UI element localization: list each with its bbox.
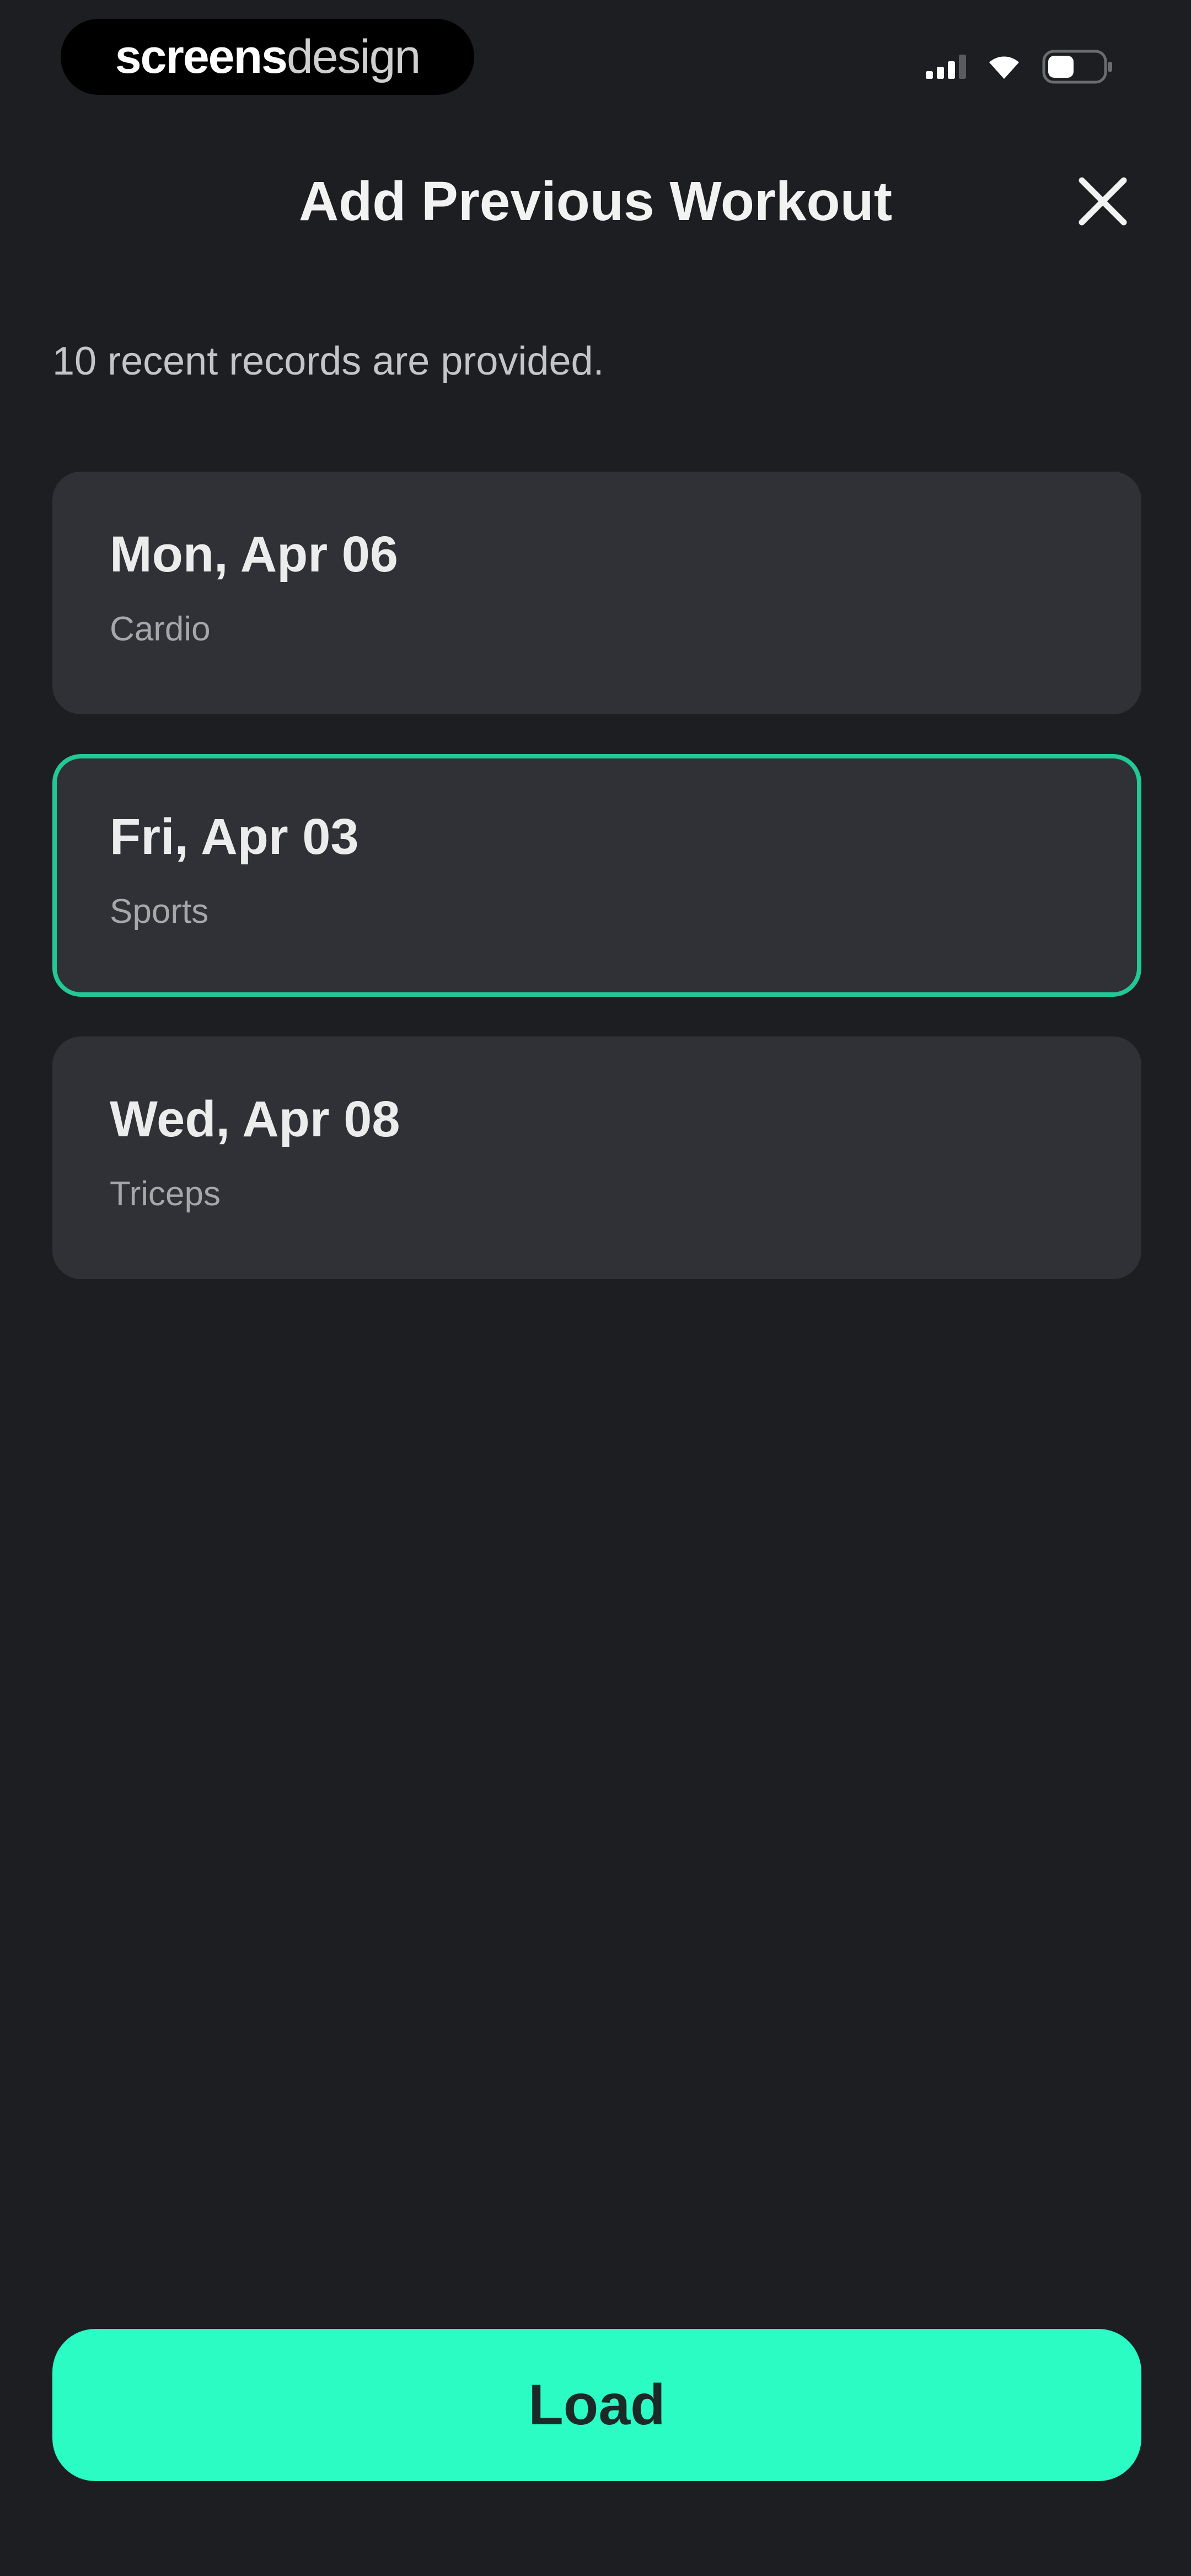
record-date: Fri, Apr 03 [110, 809, 359, 865]
record-date: Wed, Apr 08 [110, 1091, 400, 1147]
close-icon[interactable] [1076, 175, 1129, 228]
page-title: Add Previous Workout [298, 170, 893, 232]
brand-logo-light: design [286, 30, 421, 83]
wifi-icon [987, 54, 1021, 80]
brand-logo-bold: screens [115, 30, 288, 83]
record-card[interactable]: Wed, Apr 08 Triceps [52, 1036, 1141, 1279]
record-card[interactable]: Fri, Apr 03 Sports [52, 754, 1141, 997]
close-button[interactable] [1070, 168, 1136, 234]
brand-logo: screens design [61, 19, 474, 95]
battery-icon [1042, 50, 1114, 84]
record-type: Triceps [110, 1175, 221, 1213]
record-card[interactable]: Mon, Apr 06 Cardio [52, 472, 1141, 714]
records-list: Mon, Apr 06 Cardio Fri, Apr 03 Sports We… [52, 472, 1141, 1319]
record-type: Cardio [110, 610, 211, 648]
cellular-signal-icon [926, 55, 966, 79]
record-date: Mon, Apr 06 [110, 526, 399, 582]
load-button[interactable]: Load [52, 2329, 1141, 2481]
records-info-text: 10 recent records are provided. [52, 339, 604, 383]
record-type: Sports [110, 892, 209, 931]
status-icons [926, 47, 1114, 86]
